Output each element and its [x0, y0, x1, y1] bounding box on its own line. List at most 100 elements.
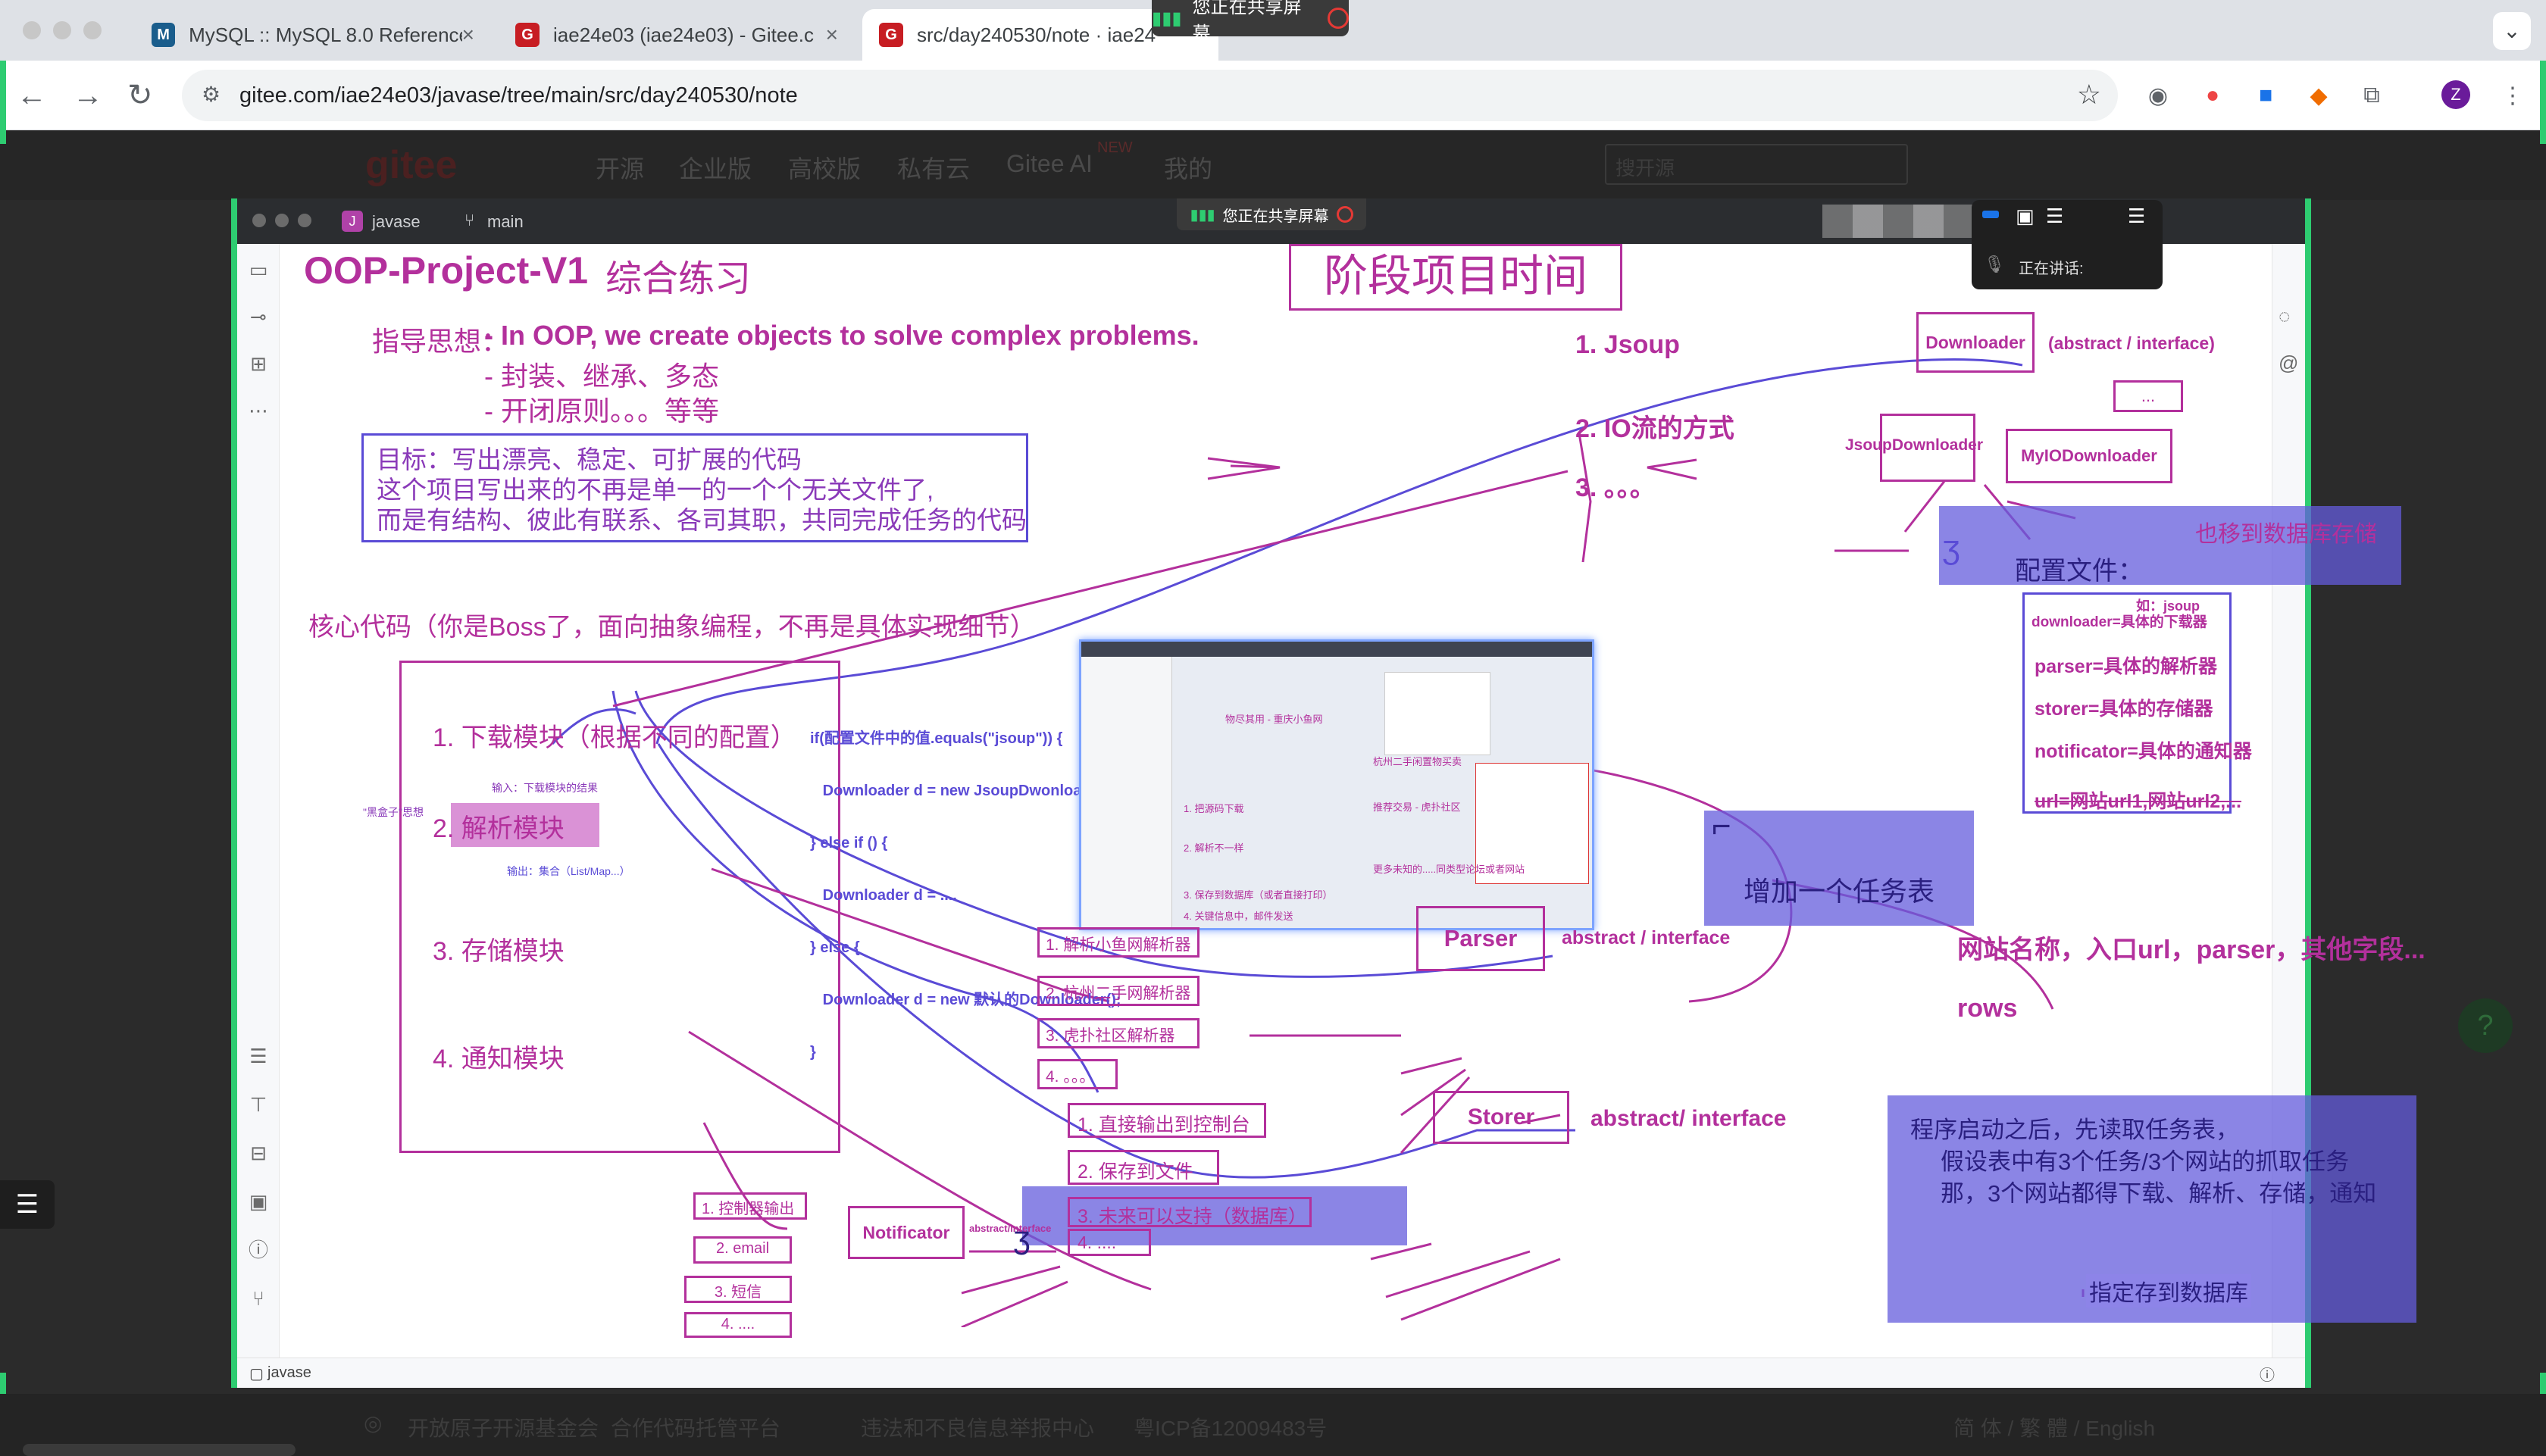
parser-item-3: 3. 虎扑社区解析器 [1037, 1018, 1199, 1048]
maximize-window-icon[interactable] [298, 214, 311, 227]
program-line-2: 假设表中有3个任务/3个网站的抓取任务 [1941, 1148, 2350, 1175]
browser-menu-icon[interactable]: ⋮ [2498, 80, 2528, 111]
parser-item-1: 1. 解析小鱼网解析器 [1037, 927, 1199, 958]
ide-left-toolbar: ▭ ⊸ ⊞ ⋯ ☰ ⊤ ⊟ ▣ ⓘ ⑂ [237, 244, 280, 1358]
downloader-more-box: ... [2113, 380, 2183, 412]
thumb-window-1 [1384, 672, 1490, 755]
tab-gitee-profile[interactable]: G iae24e03 (iae24e03) - Gitee.c × [499, 9, 855, 61]
gitee-logo[interactable]: gitee [365, 142, 457, 188]
blurred-region [1822, 205, 1974, 238]
forward-icon[interactable]: → [73, 77, 103, 114]
commit-icon[interactable]: ⊸ [246, 305, 271, 329]
embedded-screenshot: 物尽其用 - 重庆小鱼网 杭州二手闲置物买卖 推荐交易 - 虎扑社区 1. 把源… [1079, 639, 1594, 930]
list-icon[interactable]: ☰ [246, 1044, 271, 1068]
nav-item-enterprise[interactable]: 企业版 [679, 150, 752, 185]
thumb-label: 更多未知的.....同类型论坛或者网站 [1373, 864, 1525, 875]
structure-icon[interactable]: ⊞ [246, 352, 271, 376]
gitee-search-input[interactable]: 搜开源 [1605, 144, 1908, 185]
ide-status-bar: ▢ javase ⓘ [237, 1358, 2305, 1388]
minimize-window-icon[interactable] [53, 21, 71, 39]
mic-icon[interactable]: 🎙 [1984, 255, 2005, 274]
status-info-icon[interactable]: ⓘ [2260, 1363, 2275, 1385]
services-icon[interactable]: ⊟ [246, 1141, 271, 1165]
task-table: 增加一个任务表 [1744, 876, 1935, 907]
module-download: 1. 下载模块（根据不同的配置） [433, 723, 796, 752]
layout-icon[interactable]: ☰ [2046, 205, 2063, 228]
nav-item-opensource[interactable]: 开源 [596, 150, 644, 185]
branch-icon: ⑂ [464, 211, 475, 230]
stop-share-icon[interactable] [1328, 8, 1349, 29]
thumb-sidebar [1081, 657, 1172, 928]
project-name[interactable]: javase [372, 212, 421, 232]
extensions-puzzle-icon[interactable]: ⧉ [2357, 80, 2387, 111]
camera-icon[interactable]: ◉ [2143, 80, 2173, 111]
parser-item-2: 2. 杭州二手网解析器 [1037, 976, 1199, 1006]
io-downloader-box: MyIODownloader [2006, 429, 2172, 483]
config-line-1: downloader=具体的下载器 [2031, 614, 2207, 630]
notifier-item-3: 3. 短信 [684, 1276, 792, 1303]
reload-icon[interactable]: ↻ [127, 77, 153, 114]
window-icon[interactable]: ▣ [2016, 205, 2035, 228]
build-icon[interactable]: ⊤ [246, 1092, 271, 1117]
openatom-icon: ◎ [364, 1411, 383, 1435]
footer-item-2[interactable]: 合作代码托管平台 [611, 1412, 780, 1442]
extension-chrome-icon[interactable]: ● [2197, 80, 2228, 111]
screen-share-banner: ▮▮▮ 您正在共享屏幕 [1152, 0, 1349, 44]
close-window-icon[interactable] [23, 21, 41, 39]
download-method-1: 1. Jsoup [1575, 330, 1680, 359]
minimize-window-icon[interactable] [275, 214, 289, 227]
download-note: 输入：下载模块的结果 [492, 782, 598, 794]
close-window-icon[interactable] [252, 214, 266, 227]
outline-toggle-icon[interactable]: ☰ [0, 1180, 55, 1229]
extension-translate-icon[interactable]: ■ [2250, 80, 2281, 111]
meeting-status-icon [1982, 211, 1999, 218]
stop-share-icon[interactable] [1336, 206, 1353, 223]
footer-item-1[interactable]: 开放原子开源基金会 [408, 1412, 599, 1442]
maximize-window-icon[interactable] [83, 21, 102, 39]
config-note: 也移到数据库存储 [2195, 522, 2377, 547]
menu-icon[interactable]: ☰ [2128, 205, 2145, 228]
signal-icon: ▮▮▮ [1152, 8, 1182, 29]
rows-label: rows [1957, 994, 2018, 1023]
notificator-type: abstract/interface [969, 1223, 1052, 1234]
folder-icon[interactable]: ▭ [246, 258, 271, 282]
terminal-icon[interactable]: ▣ [246, 1189, 271, 1214]
config-line-2: parser=具体的解析器 [2035, 656, 2218, 677]
address-bar[interactable]: ⚙ gitee.com/iae24e03/javase/tree/main/sr… [182, 70, 2118, 121]
footer-item-3[interactable]: 违法和不良信息举报中心 [861, 1412, 1094, 1442]
guide-line-2: - 封装、继承、多态 [484, 361, 719, 392]
more-icon[interactable]: ⋯ [246, 398, 271, 423]
tab-search-icon[interactable]: ⌄ [2493, 12, 2531, 50]
nav-item-edu[interactable]: 高校版 [788, 150, 861, 185]
nav-item-gitee-ai[interactable]: Gitee AI [1006, 150, 1093, 178]
git-icon[interactable]: ⑂ [246, 1286, 271, 1311]
guide-line-1: - In OOP, we create objects to solve com… [484, 320, 1199, 351]
browser-tab-bar: M MySQL :: MySQL 8.0 Reference × G iae24… [0, 0, 2546, 61]
status-project[interactable]: javase [267, 1364, 311, 1382]
nav-item-mine[interactable]: 我的 [1164, 150, 1212, 185]
language-switch[interactable]: 简 体 / 繁 體 / English [1953, 1412, 2155, 1442]
horizontal-scrollbar[interactable] [23, 1444, 296, 1456]
nav-item-private-cloud[interactable]: 私有云 [897, 150, 970, 185]
shared-screen: J javase ⑂ main ▮▮▮ 您正在共享屏幕 ▭ ⊸ ⊞ ⋯ ☰ ⊤ … [231, 198, 2426, 1388]
tab-title: src/day240530/note · iae24 [917, 23, 1156, 46]
branch-name[interactable]: main [487, 212, 524, 232]
notifications-icon[interactable]: ◌ [2279, 305, 2290, 328]
tab-mysql[interactable]: M MySQL :: MySQL 8.0 Reference × [135, 9, 491, 61]
back-icon[interactable]: ← [17, 77, 47, 114]
close-tab-icon[interactable]: × [826, 23, 838, 47]
thumb-label: 2. 解析不一样 [1184, 842, 1244, 854]
help-button[interactable]: ? [2458, 998, 2513, 1053]
note-title-cn: 综合练习 [605, 259, 752, 299]
ai-assistant-icon[interactable]: @ [2279, 352, 2298, 375]
problems-icon[interactable]: ⓘ [246, 1238, 271, 1262]
close-tab-icon[interactable]: × [462, 23, 474, 47]
code-line: Downloader d = new JsoupDwonloader(); [810, 783, 1121, 799]
extension-brave-icon[interactable]: ◆ [2304, 80, 2334, 111]
profile-avatar[interactable]: Z [2441, 80, 2470, 109]
code-line: } else if () { [810, 835, 888, 851]
bookmark-star-icon[interactable]: ☆ [2077, 79, 2101, 111]
site-info-icon[interactable]: ⚙ [202, 82, 221, 107]
thumb-label: 物尽其用 - 重庆小鱼网 [1225, 714, 1323, 725]
footer-item-4[interactable]: 粤ICP备12009483号 [1134, 1412, 1327, 1442]
